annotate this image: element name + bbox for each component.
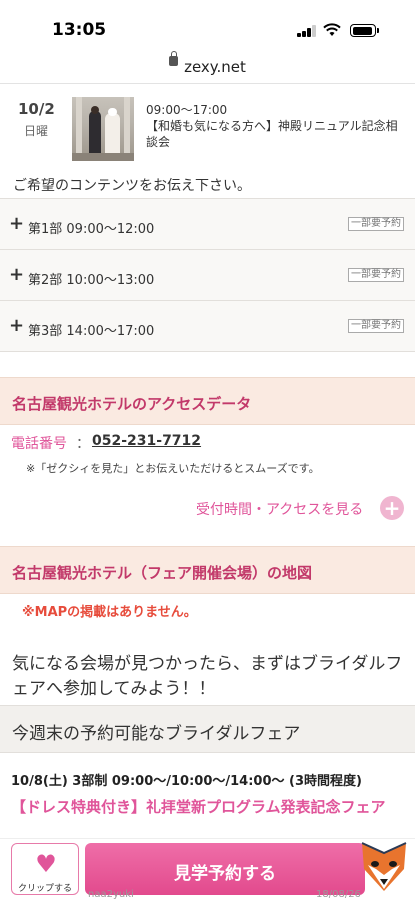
event-time: 09:00〜17:00: [146, 103, 228, 117]
status-time: 13:05: [52, 20, 107, 40]
watermark-username: naa2yuki: [88, 889, 134, 900]
watermark-date: 18/08/26: [316, 889, 361, 900]
weekend-fairs-heading-text: 今週末の予約可能なブライダルフェア: [12, 724, 301, 744]
event-info: 09:00〜17:00 【和婚も気になる方へ】神殿リニュアル記念相談会: [146, 102, 408, 150]
battery-icon: [350, 24, 379, 37]
access-more-link[interactable]: 受付時間・アクセスを見る: [196, 499, 363, 519]
browser-address-bar[interactable]: zexy.net: [0, 50, 415, 84]
plus-icon: +: [9, 213, 25, 234]
access-heading-text: 名古屋観光ホテルのアクセスデータ: [12, 395, 252, 413]
event-photo: [72, 97, 134, 161]
no-map-notice: ※MAPの掲載はありません。: [22, 605, 197, 620]
reservation-badge: 一部要予約: [348, 319, 404, 333]
event-summary: 10/2 日曜 09:00〜17:00 【和婚も気になる方へ】神殿リニュアル記念…: [0, 92, 415, 172]
reserve-label: 見学予約する: [174, 864, 276, 884]
parts-list: + 第1部 09:00〜12:00 一部要予約 + 第2部 10:00〜13:0…: [0, 198, 415, 352]
tel-note: ※「ゼクシィを見た」とお伝えいただけるとスムーズです。: [26, 462, 320, 475]
event-title: 【和婚も気になる方へ】神殿リニュアル記念相談会: [146, 119, 398, 149]
plus-icon: +: [9, 315, 25, 336]
tel-label: 電話番号: [11, 436, 67, 452]
map-heading-text: 名古屋観光ホテル（フェア開催会場）の地図: [12, 564, 313, 582]
clip-label: クリップする: [17, 884, 72, 894]
reserve-visit-button[interactable]: 見学予約する: [85, 843, 365, 895]
access-section: 電話番号 ： 052-231-7712 ※「ゼクシィを見た」とお伝えいただけると…: [0, 425, 415, 537]
part-label: 第3部 14:00〜17:00: [28, 324, 155, 339]
tel-colon: ：: [76, 436, 90, 452]
part-label: 第1部 09:00〜12:00: [28, 222, 155, 237]
status-bar: 13:05: [0, 0, 415, 50]
parts-prompt: ご希望のコンテンツをお伝え下さい。: [13, 178, 251, 194]
event-weekday: 日曜: [23, 124, 48, 138]
tel-link[interactable]: 052-231-7712: [92, 433, 201, 449]
cta-message: 気になる会場が見つかったら、まずはブライダルフェアへ参加してみよう！！: [12, 654, 403, 699]
part-label: 第2部 10:00〜13:00: [28, 273, 155, 288]
plus-icon: +: [9, 264, 25, 285]
bottom-action-bar: ♥ クリップする 見学予約する naa2yuki 18/08/26: [0, 838, 415, 900]
event-date: 10/2 日曜: [18, 100, 55, 139]
reservation-badge: 一部要予約: [348, 268, 404, 282]
url-text: zexy.net: [184, 58, 246, 76]
fair-meta: 10/8(土) 3部制 09:00〜/10:00〜/14:00〜 (3時間程度): [11, 774, 362, 789]
lock-icon: [169, 51, 179, 66]
fair-title-link[interactable]: 【ドレス特典付き】礼拝堂新プログラム発表記念フェア: [11, 795, 411, 819]
access-heading: 名古屋観光ホテルのアクセスデータ: [0, 377, 415, 425]
part-item-2[interactable]: + 第2部 10:00〜13:00 一部要予約: [0, 250, 415, 301]
weekend-fairs-heading: 今週末の予約可能なブライダルフェア: [0, 705, 415, 753]
part-item-3[interactable]: + 第3部 14:00〜17:00 一部要予約: [0, 301, 415, 352]
event-date-day: 10/2: [18, 100, 55, 118]
wifi-icon: [323, 23, 341, 36]
heart-icon: ♥: [35, 850, 57, 878]
reservation-badge: 一部要予約: [348, 217, 404, 231]
plus-circle-icon[interactable]: +: [380, 496, 404, 520]
part-item-1[interactable]: + 第1部 09:00〜12:00 一部要予約: [0, 199, 415, 250]
clip-button[interactable]: ♥ クリップする: [11, 843, 79, 895]
map-heading: 名古屋観光ホテル（フェア開催会場）の地図: [0, 546, 415, 594]
fox-mascot-icon: [361, 842, 407, 891]
signal-icon: [297, 25, 317, 37]
